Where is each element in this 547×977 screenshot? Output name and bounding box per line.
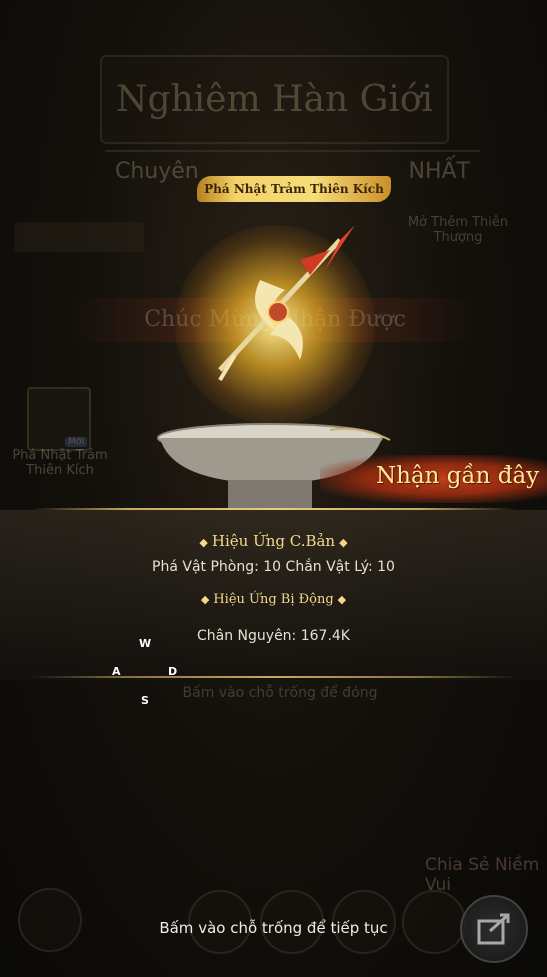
basic-effect-header: ◆ Hiệu Ứng C.Bản ◆	[0, 532, 547, 550]
panel-divider-top	[30, 508, 517, 510]
panel-divider-bottom	[30, 676, 517, 678]
key-w: W	[139, 637, 152, 650]
bg-share-label: Chia Sẻ Niềm Vui	[425, 855, 540, 895]
bg-title: Nghiêm Hàn Giới	[100, 55, 449, 144]
diamond-icon: ◆	[337, 593, 347, 606]
bg-subtitle-left: Chuyên	[115, 159, 199, 184]
key-d: D	[168, 665, 178, 678]
basic-effect-stats: Phá Vật Phòng: 10 Chắn Vật Lý: 10	[152, 559, 395, 575]
bg-item-slot: Mới	[27, 387, 91, 451]
passive-effect-title: Hiệu Ứng Bị Động	[213, 592, 334, 607]
bg-item-badge: Mới	[65, 437, 87, 447]
diamond-icon: ◆	[200, 593, 210, 606]
recent-label: Nhận gần đây	[376, 463, 540, 489]
continue-hint[interactable]: Bấm vào chỗ trống để tiếp tục	[0, 919, 547, 937]
bg-item-label: Phá Nhật Trảm Thiên Kích	[12, 448, 108, 478]
halberd-icon	[218, 225, 355, 382]
basic-effect-title: Hiệu Ứng C.Bản	[211, 532, 336, 550]
diamond-icon: ◆	[199, 535, 208, 549]
key-a: A	[112, 665, 121, 678]
passive-effect-stats: Chân Nguyên: 167.4K	[197, 628, 350, 644]
bg-tag	[14, 222, 144, 252]
key-s: S	[141, 694, 149, 707]
bg-subtitle-right: NHẤT	[408, 159, 471, 184]
bg-side-text: Mở Thêm Thiên Thượng	[407, 215, 509, 245]
passive-effect-header: ◆ Hiệu Ứng Bị Động ◆	[0, 592, 547, 607]
recent-banner: Nhận gần đây	[320, 455, 547, 503]
item-name-ribbon: Phá Nhật Trảm Thiên Kích	[197, 176, 391, 202]
item-name: Phá Nhật Trảm Thiên Kích	[204, 182, 384, 196]
bg-close-hint: Bấm vào chỗ trống để đóng	[182, 685, 378, 701]
diamond-icon: ◆	[339, 535, 348, 549]
